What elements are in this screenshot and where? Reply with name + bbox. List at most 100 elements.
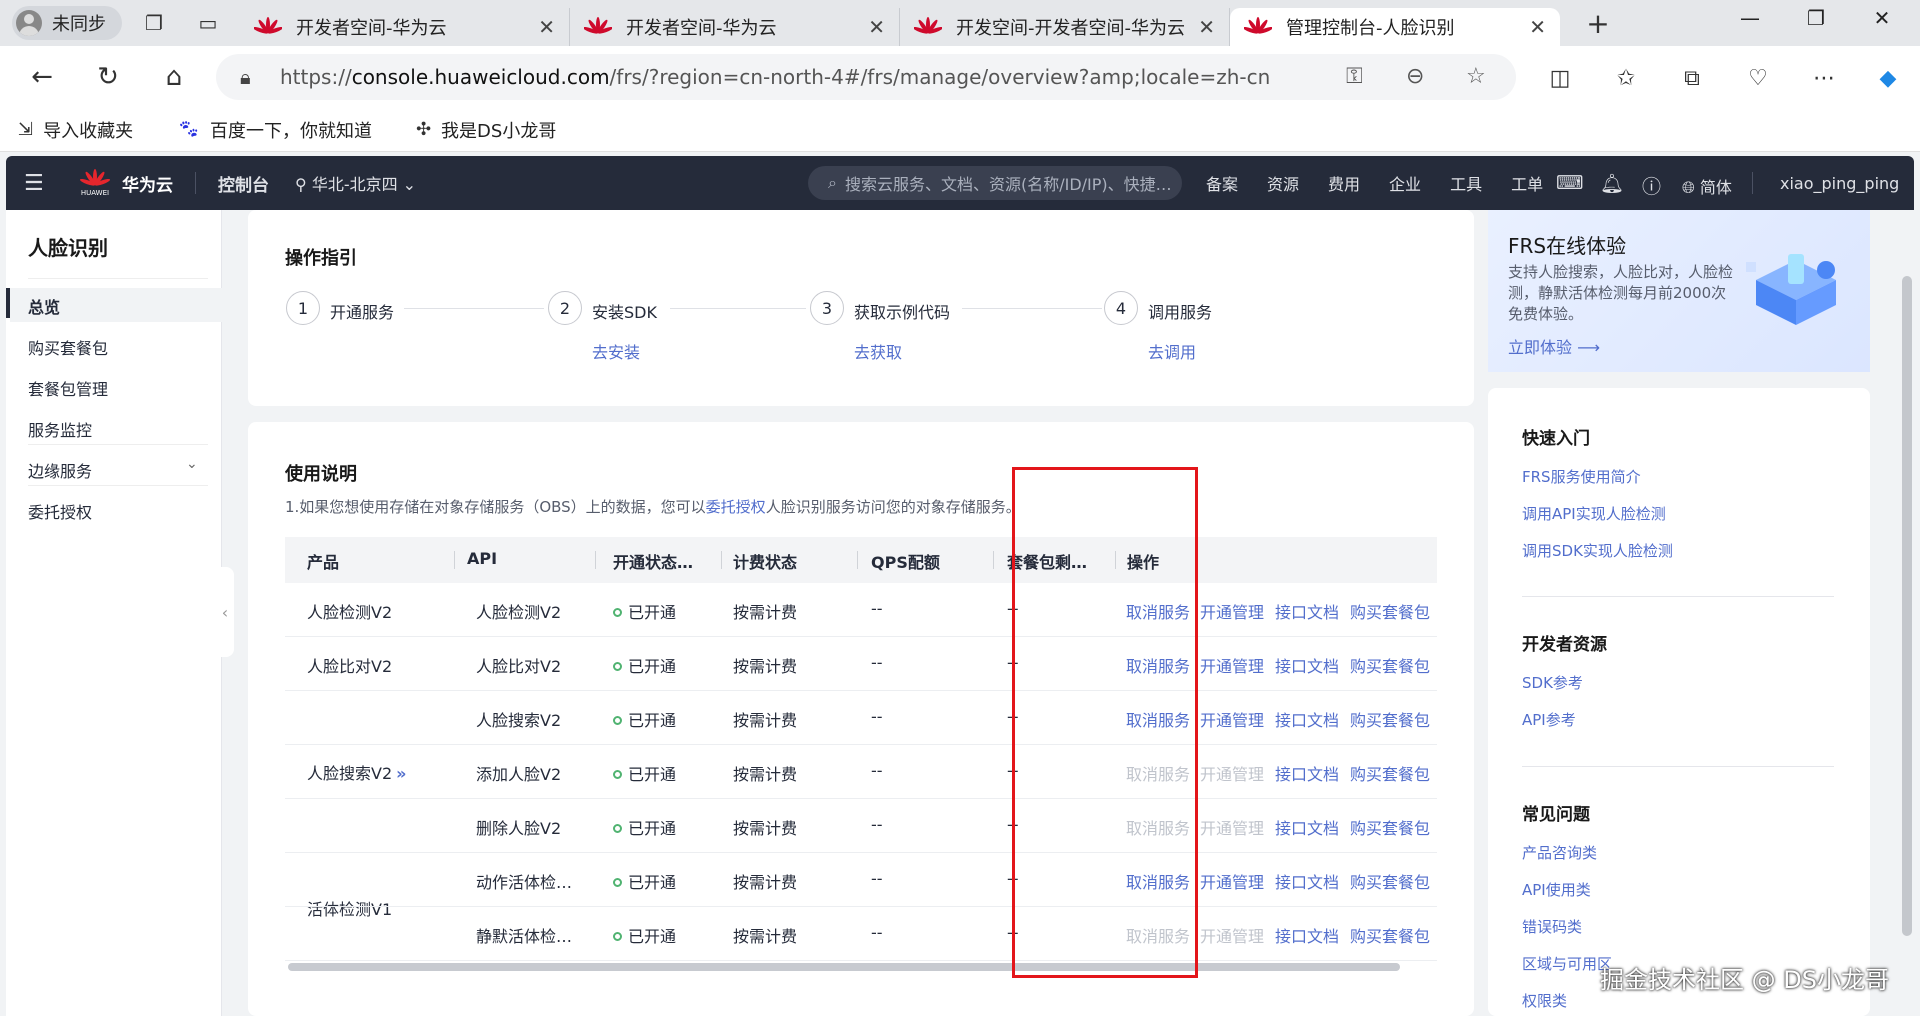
divider [28,485,208,486]
restore-icon[interactable]: ❐ [1786,6,1846,30]
quickstart-link-3[interactable]: 调用SDK实现人脸检测 [1522,540,1673,561]
console-search-input[interactable]: ⌕ 搜索云服务、文档、资源(名称/ID/IP)、快捷… [808,166,1182,200]
sidebar-item-buy-package[interactable]: 购买套餐包 [28,335,108,359]
split-screen-icon[interactable]: ◫ [1540,58,1580,98]
language-selector[interactable]: 🌐︎ 简体 [1682,174,1732,198]
bell-icon[interactable]: 🔔︎ [1600,172,1624,195]
new-tab-icon[interactable]: + [1578,7,1618,40]
header-link-beian[interactable]: 备案 [1206,171,1238,195]
open-management-link[interactable]: 开通管理 [1200,599,1264,623]
chevron-down-icon[interactable]: ⌄ [186,456,198,472]
sidebar-item-overview[interactable]: 总览 [28,294,60,318]
open-management-link[interactable]: 开通管理 [1200,923,1264,947]
refresh-icon[interactable]: ↻ [86,55,130,99]
copilot-icon[interactable]: ◆ [1868,58,1908,98]
api-doc-link[interactable]: 接口文档 [1275,599,1339,623]
buy-package-link[interactable]: 购买套餐包 [1350,923,1430,947]
open-management-link[interactable]: 开通管理 [1200,761,1264,785]
buy-package-link[interactable]: 购买套餐包 [1350,869,1430,893]
api-doc-link[interactable]: 接口文档 [1275,815,1339,839]
faq-link-region[interactable]: 区域与可用区 [1522,953,1612,974]
control-center-label[interactable]: 控制台 [218,171,269,196]
browser-tab-strip: 未同步 ❐ ▭ 开发者空间-华为云 ✕ 开发者空间-华为云 ✕ 开发空间-开发者… [0,0,1920,46]
more-icon[interactable]: ⋯ [1804,58,1844,98]
browser-tab-1[interactable]: 开发者空间-华为云 ✕ [240,8,570,46]
workspaces-icon[interactable]: ❐ [132,6,176,40]
product-face-search[interactable]: 人脸搜索V2» [307,760,406,784]
service-sidebar: 人脸识别 总览 购买套餐包 套餐包管理 服务监控 边缘服务 ⌄ 委托授权 [6,210,222,1016]
delegation-link[interactable]: 委托授权 [706,498,766,516]
api-doc-link[interactable]: 接口文档 [1275,707,1339,731]
header-link-resources[interactable]: 资源 [1267,171,1299,195]
close-icon[interactable]: ✕ [868,15,885,39]
menu-icon[interactable]: ☰ [24,171,52,196]
open-management-link[interactable]: 开通管理 [1200,815,1264,839]
buy-package-link[interactable]: 购买套餐包 [1350,815,1430,839]
try-now-link[interactable]: 立即体验 ⟶ [1508,334,1600,358]
horizontal-scrollbar[interactable] [288,963,1400,971]
faq-link-error[interactable]: 错误码类 [1522,916,1582,937]
browser-tab-3[interactable]: 开发空间-开发者空间-华为云 ✕ [900,8,1230,46]
faq-link-product[interactable]: 产品咨询类 [1522,842,1597,863]
tab-actions-icon[interactable]: ▭ [186,6,230,40]
sidebar-item-monitoring[interactable]: 服务监控 [28,417,92,441]
favorite-star-icon[interactable]: ☆ [1466,64,1486,89]
profile-button[interactable]: 未同步 [12,6,122,40]
header-link-tools[interactable]: 工具 [1450,171,1482,195]
api-reference-link[interactable]: API参考 [1522,709,1576,730]
close-icon[interactable]: ✕ [1529,15,1546,39]
home-icon[interactable]: ⌂ [152,55,196,99]
sidebar-item-package-management[interactable]: 套餐包管理 [28,376,108,400]
quickstart-link-2[interactable]: 调用API实现人脸检测 [1522,503,1666,524]
header-link-enterprise[interactable]: 企业 [1389,171,1421,195]
row-divider [285,906,1437,907]
terminal-icon[interactable]: ⌨ [1556,172,1583,194]
username[interactable]: xiao_ping_ping [1780,174,1899,193]
bookmark-baidu[interactable]: 🐾︎ 百度一下，你就知道 [177,117,372,143]
header-link-tickets[interactable]: 工单 [1511,171,1543,195]
faq-link-api[interactable]: API使用类 [1522,879,1591,900]
buy-package-link[interactable]: 购买套餐包 [1350,761,1430,785]
browser-tab-active[interactable]: 管理控制台-人脸识别 ✕ [1230,8,1560,46]
faq-link-permission[interactable]: 权限类 [1522,990,1567,1011]
open-management-link[interactable]: 开通管理 [1200,869,1264,893]
back-icon[interactable]: ← [20,55,64,99]
sidebar-collapse-button[interactable]: ‹ [216,567,234,657]
huawei-cloud-brand[interactable]: HUAWEI 华为云 [80,169,173,197]
product-face-detect: 人脸检测V2 [307,603,393,622]
collections-icon[interactable]: ⧉ [1672,58,1712,98]
close-icon[interactable]: ✕ [538,15,555,39]
buy-package-link[interactable]: 购买套餐包 [1350,653,1430,677]
favorites-icon[interactable]: ✩ [1606,58,1646,98]
install-sdk-link[interactable]: 去安装 [592,339,640,363]
vertical-scrollbar[interactable] [1902,276,1912,936]
buy-package-link[interactable]: 购买套餐包 [1350,599,1430,623]
col-status[interactable]: 开通状态… [613,549,693,573]
help-icon[interactable]: ⓘ [1642,172,1661,199]
sidebar-item-edge[interactable]: 边缘服务 [28,458,92,482]
header-link-billing[interactable]: 费用 [1328,171,1360,195]
window-close-icon[interactable]: ✕ [1852,6,1912,30]
api-doc-link[interactable]: 接口文档 [1275,761,1339,785]
api-doc-link[interactable]: 接口文档 [1275,923,1339,947]
open-management-link[interactable]: 开通管理 [1200,707,1264,731]
call-service-link[interactable]: 去调用 [1148,339,1196,363]
browser-essentials-icon[interactable]: ♡ [1738,58,1778,98]
url-field[interactable]: 🔒︎ https://console.huaweicloud.com/frs/?… [216,54,1516,100]
sidebar-item-delegation[interactable]: 委托授权 [28,499,92,523]
minimize-icon[interactable]: — [1720,6,1780,30]
zoom-icon[interactable]: ⊖ [1406,64,1424,89]
bookmark-import[interactable]: ⇲ 导入收藏夹 [18,117,133,143]
sdk-reference-link[interactable]: SDK参考 [1522,672,1583,693]
buy-package-link[interactable]: 购买套餐包 [1350,707,1430,731]
browser-tab-2[interactable]: 开发者空间-华为云 ✕ [570,8,900,46]
get-sample-link[interactable]: 去获取 [854,339,902,363]
key-icon[interactable]: ⚿ [1346,64,1363,89]
open-management-link[interactable]: 开通管理 [1200,653,1264,677]
close-icon[interactable]: ✕ [1198,15,1215,39]
region-selector[interactable]: ⚲ 华北-北京四 ⌄ [295,171,416,195]
api-doc-link[interactable]: 接口文档 [1275,653,1339,677]
quickstart-link-1[interactable]: FRS服务使用简介 [1522,466,1641,487]
bookmark-ds[interactable]: ✣ 我是DS小龙哥 [416,117,556,143]
api-doc-link[interactable]: 接口文档 [1275,869,1339,893]
